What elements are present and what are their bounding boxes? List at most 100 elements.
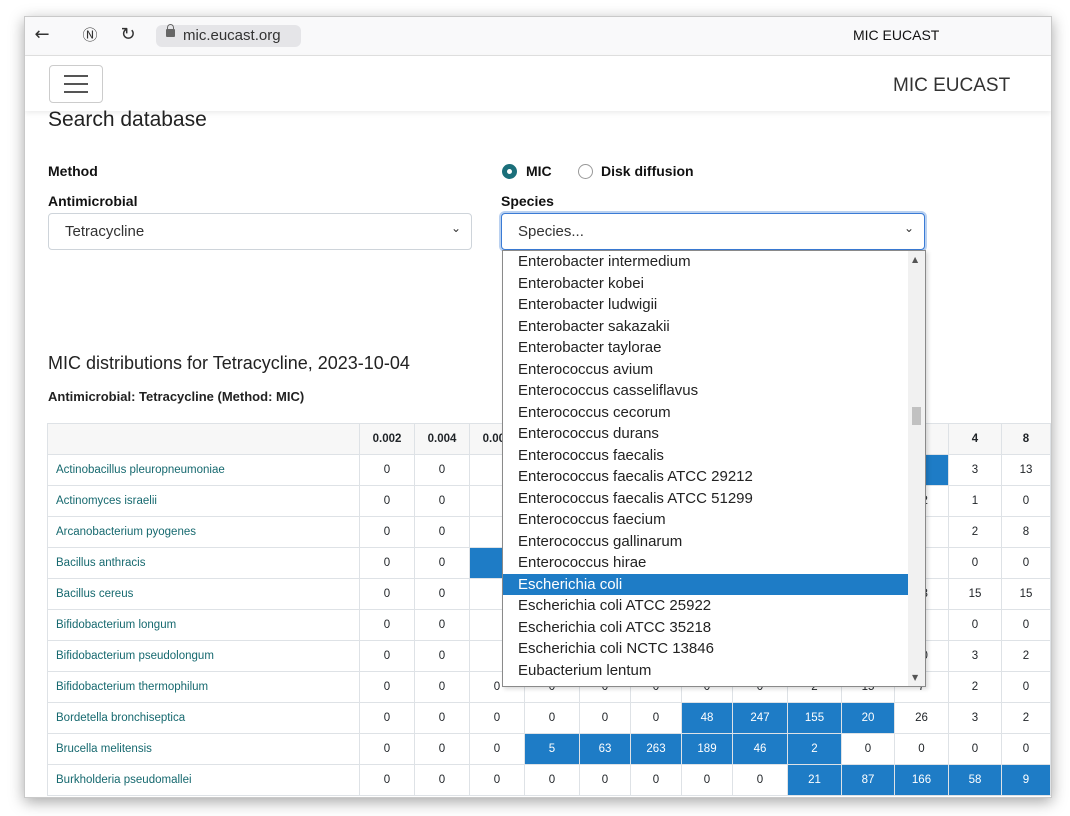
mic-count-cell: 3 <box>948 454 1002 486</box>
method-label: Method <box>48 163 98 179</box>
mic-count-cell: 0 <box>359 547 415 579</box>
mic-count-cell: 48 <box>681 702 733 734</box>
antimicrobial-label: Antimicrobial <box>48 193 138 209</box>
header-mic-value: 0.004 <box>414 423 470 455</box>
dropdown-option[interactable]: Enterococcus faecalis ATCC 51299 <box>503 488 925 510</box>
mic-count-cell: 9 <box>1001 764 1051 796</box>
mic-count-cell: 0 <box>359 671 415 703</box>
mic-count-cell: 0 <box>359 764 415 796</box>
mic-count-cell: 0 <box>414 609 470 641</box>
mic-count-cell: 0 <box>524 702 580 734</box>
mic-count-cell: 3 <box>948 702 1002 734</box>
species-link[interactable]: Bacillus anthracis <box>47 547 360 579</box>
mic-count-cell: 3 <box>948 640 1002 672</box>
dropdown-option[interactable]: Escherichia coli <box>503 573 908 595</box>
mic-count-cell: 0 <box>732 764 788 796</box>
mic-count-cell: 166 <box>894 764 949 796</box>
arrow-left-icon[interactable]: ← <box>31 24 53 46</box>
dropdown-option[interactable]: Escherichia coli NCTC 13846 <box>503 638 925 660</box>
header-mic-value: 0.002 <box>359 423 415 455</box>
address-bar[interactable]: mic.eucast.org <box>156 24 301 47</box>
dropdown-option[interactable]: Enterococcus durans <box>503 423 925 445</box>
url-text: mic.eucast.org <box>183 27 281 44</box>
dropdown-option[interactable]: Enterococcus faecalis ATCC 29212 <box>503 466 925 488</box>
dropdown-option[interactable]: Enterococcus hirae <box>503 552 925 574</box>
species-link[interactable]: Actinomyces israelii <box>47 485 360 517</box>
mic-count-cell: 0 <box>359 702 415 734</box>
dropdown-option[interactable]: Enterobacter intermedium <box>503 251 925 273</box>
page-title: Search database <box>48 108 207 131</box>
mic-count-cell: 0 <box>414 702 470 734</box>
mic-count-cell: 0 <box>414 547 470 579</box>
dropdown-option[interactable]: Enterococcus cecorum <box>503 402 925 424</box>
hamburger-icon <box>64 75 88 77</box>
species-link[interactable]: Bifidobacterium longum <box>47 609 360 641</box>
antimicrobial-select[interactable]: Tetracycline ⌄ <box>48 213 472 250</box>
reload-icon[interactable]: ↻ <box>117 24 139 46</box>
mic-count-cell: 20 <box>841 702 895 734</box>
mic-count-cell: 0 <box>359 609 415 641</box>
radio-mic-label[interactable]: MIC <box>526 163 552 179</box>
mic-count-cell: 26 <box>894 702 949 734</box>
dropdown-option[interactable]: Enterococcus faecium <box>503 509 925 531</box>
dropdown-scrollbar[interactable]: ▲ ▼ <box>908 251 925 686</box>
mic-count-cell: 0 <box>948 609 1002 641</box>
chevron-down-icon: ⌄ <box>903 221 914 235</box>
mic-count-cell: 0 <box>414 640 470 672</box>
mic-count-cell: 0 <box>894 733 949 765</box>
dropdown-option[interactable]: Enterococcus casseliflavus <box>503 380 925 402</box>
species-link[interactable]: Actinobacillus pleuropneumoniae <box>47 454 360 486</box>
mic-count-cell: 263 <box>630 733 682 765</box>
mic-count-cell: 5 <box>524 733 580 765</box>
species-dropdown-list[interactable]: Enterobacter intermedium Enterobacter kob… <box>502 250 926 687</box>
dropdown-option[interactable]: Escherichia coli ATCC 35218 <box>503 617 925 639</box>
mic-count-cell: 0 <box>1001 547 1051 579</box>
mic-count-cell: 0 <box>1001 733 1051 765</box>
mic-count-cell: 2 <box>1001 702 1051 734</box>
dropdown-option[interactable]: Enterobacter taylorae <box>503 337 925 359</box>
mic-count-cell: 0 <box>630 764 682 796</box>
mic-count-cell: 247 <box>732 702 788 734</box>
mic-count-cell: 0 <box>359 578 415 610</box>
species-select[interactable]: Species... ⌄ <box>501 213 925 250</box>
radio-disk-diffusion-label[interactable]: Disk diffusion <box>601 163 694 179</box>
species-label: Species <box>501 193 554 209</box>
dropdown-option[interactable]: Enterobacter kobei <box>503 273 925 295</box>
dropdown-option[interactable]: Escherichia coli ATCC 25922 <box>503 595 925 617</box>
antimicrobial-value: Tetracycline <box>65 223 145 240</box>
mic-count-cell: 0 <box>414 485 470 517</box>
dropdown-option[interactable]: Enterococcus gallinarum <box>503 531 925 553</box>
dropdown-option[interactable]: Enterobacter ludwigii <box>503 294 925 316</box>
mic-count-cell: 0 <box>414 454 470 486</box>
species-link[interactable]: Arcanobacterium pyogenes <box>47 516 360 548</box>
mic-count-cell: 155 <box>787 702 842 734</box>
mic-count-cell: 0 <box>359 733 415 765</box>
mic-count-cell: 0 <box>841 733 895 765</box>
mic-count-cell: 0 <box>948 733 1002 765</box>
scroll-thumb[interactable] <box>912 407 921 425</box>
menu-button[interactable] <box>49 65 103 103</box>
species-link[interactable]: Brucella melitensis <box>47 733 360 765</box>
header-species <box>47 423 360 455</box>
species-link[interactable]: Bifidobacterium pseudolongum <box>47 640 360 672</box>
dropdown-option[interactable]: Enterococcus avium <box>503 359 925 381</box>
radio-mic[interactable] <box>502 164 517 179</box>
species-link[interactable]: Burkholderia pseudomallei <box>47 764 360 796</box>
yandex-logo-icon[interactable]: Ⓝ <box>79 24 101 46</box>
app-navbar: MIC EUCAST <box>25 56 1051 111</box>
brand[interactable]: MIC EUCAST <box>893 75 1010 97</box>
radio-disk-diffusion[interactable] <box>578 164 593 179</box>
scroll-down-icon[interactable]: ▼ <box>912 673 918 682</box>
mic-count-cell: 0 <box>948 547 1002 579</box>
scroll-up-icon[interactable]: ▲ <box>912 255 918 264</box>
dropdown-option[interactable]: Enterobacter sakazakii <box>503 316 925 338</box>
dropdown-option[interactable]: Enterococcus faecalis <box>503 445 925 467</box>
table-row: Bordetella bronchiseptica 0 0 0 0 0 0 48 247 155 2… <box>47 702 1051 734</box>
chevron-down-icon: ⌄ <box>450 221 461 235</box>
dropdown-option[interactable]: Eubacterium lentum <box>503 660 925 682</box>
browser-toolbar: ← Ⓝ ↻ mic.eucast.org MIC EUCAST <box>25 17 1051 56</box>
species-link[interactable]: Bordetella bronchiseptica <box>47 702 360 734</box>
mic-count-cell: 2 <box>948 516 1002 548</box>
species-link[interactable]: Bifidobacterium thermophilum <box>47 671 360 703</box>
species-link[interactable]: Bacillus cereus <box>47 578 360 610</box>
